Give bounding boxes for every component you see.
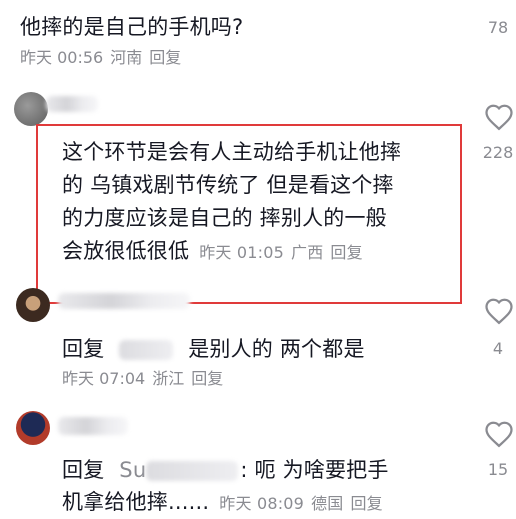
reply-link[interactable]: 回复 [330,243,362,262]
like-count: 78 [487,18,509,37]
comment-location: 广西 [291,243,324,262]
username-blurred [58,417,128,435]
like-count: 15 [487,460,509,479]
reply-content: : 呃 为啥要把手 [240,458,389,482]
comment-line: 会放很低很低 [62,239,190,263]
reply-text: 回复 Su : 呃 为啥要把手 [62,456,389,484]
username-blurred [58,293,190,309]
comment-meta: 昨天 00:56 河南 回复 [20,48,188,68]
reply-link[interactable]: 回复 [350,494,382,513]
mentioned-user-blurred [146,461,239,481]
reply-content: 是别人的 两个都是 [188,337,365,361]
comment-time: 昨天 01:05 [199,243,284,262]
reply-prefix: 回复 [62,337,105,361]
reply-prefix: 回复 [62,458,105,482]
reply-content: 机拿给他摔...... [62,490,210,514]
like-count: 228 [482,143,514,162]
username-blurred [46,96,98,112]
mentioned-user-partial: Su [119,458,147,482]
reply-link[interactable]: 回复 [149,48,181,67]
comment-time: 昨天 00:56 [20,48,104,67]
avatar[interactable] [14,92,48,126]
comment-line: 的 乌镇戏剧节传统了 但是看这个摔 [62,173,394,197]
avatar[interactable] [16,411,50,445]
comment-line-with-meta: 会放很低很低 昨天 01:05 广西 回复 [62,237,370,267]
reply-text: 回复 是别人的 两个都是 [62,335,365,363]
comment-line: 这个环节是会有人主动给手机让他摔 [62,140,402,164]
like-count: 4 [492,339,504,358]
comment-location: 德国 [311,494,344,513]
comment-location: 浙江 [152,369,185,388]
heart-outline-icon[interactable] [484,420,514,448]
reply-line-with-meta: 机拿给他摔...... 昨天 08:09 德国 回复 [62,488,390,518]
comment-time: 昨天 08:09 [219,494,305,513]
comment-meta: 昨天 01:05 广西 回复 [199,243,370,262]
mentioned-user-blurred [119,340,174,360]
comment-line: 的力度应该是自己的 摔别人的一般 [62,206,387,230]
avatar[interactable] [16,288,50,322]
heart-outline-icon[interactable] [484,297,514,325]
comment-time: 昨天 07:04 [62,369,146,388]
reply-link[interactable]: 回复 [191,369,223,388]
comment-meta: 昨天 08:09 德国 回复 [219,494,390,513]
heart-outline-icon[interactable] [484,103,514,131]
comment-meta: 昨天 07:04 浙江 回复 [62,369,230,389]
comment-location: 河南 [110,48,143,67]
comment-text: 他摔的是自己的手机吗? [20,15,244,39]
